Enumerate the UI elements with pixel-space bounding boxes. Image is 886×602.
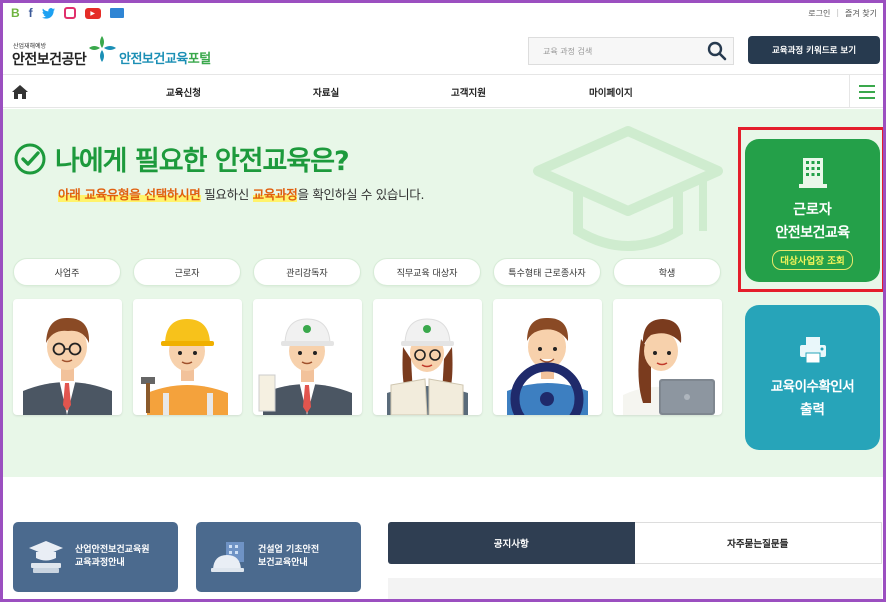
institute-guide-text: 산업안전보건교육원 교육과정안내 — [75, 544, 150, 570]
search-icon[interactable] — [705, 39, 729, 63]
favorites-link[interactable]: 즐겨 찾기 — [845, 8, 877, 19]
job-training-card[interactable] — [373, 299, 482, 415]
utility-links: 로그인 | 즐겨 찾기 — [808, 8, 877, 19]
construction-guide-text: 건설업 기초안전 보건교육안내 — [258, 544, 319, 570]
youtube-icon[interactable]: ▶ — [84, 7, 101, 19]
hero-subtitle: 아래 교육유형을 선택하시면 필요하신 교육과정을 확인하실 수 있습니다. — [58, 184, 424, 203]
notice-panel — [388, 578, 882, 599]
special-worker-card[interactable] — [493, 299, 602, 415]
student-illustration — [623, 319, 715, 415]
driver-illustration — [507, 317, 588, 415]
menu-icon[interactable] — [849, 75, 883, 108]
sns-links: B f ▶ — [11, 6, 124, 20]
subtitle-tail: 을 확인하실 수 있습니다. — [297, 187, 425, 202]
kosha-logo-icon[interactable] — [88, 34, 118, 64]
tab-faq[interactable]: 자주묻는질문들 — [634, 522, 882, 564]
category-supervisor[interactable]: 관리감독자 — [253, 258, 361, 286]
search-input[interactable]: 교육 과정 검색 — [543, 46, 705, 57]
certificate-line1: 교육이수확인서 — [770, 379, 855, 395]
board-tabs: 공지사항 자주묻는질문들 — [388, 522, 882, 564]
portal-name-main: 안전보건교육 — [119, 52, 188, 67]
org-logo-text[interactable]: 안전보건공단 — [12, 49, 87, 69]
portal-name[interactable]: 안전보건교육포털 — [119, 48, 211, 67]
twitter-icon[interactable] — [41, 7, 55, 19]
subtitle-highlight-1: 아래 교육유형을 선택하시면 — [58, 187, 201, 202]
category-pills: 사업주 근로자 관리감독자 직무교육 대상자 특수형태 근로종사자 학생 — [13, 258, 721, 286]
hero-heading: 나에게 필요한 안전교육은? — [55, 146, 350, 177]
construction-helmet-icon — [211, 542, 244, 572]
search-box[interactable]: 교육 과정 검색 — [528, 37, 734, 65]
student-card[interactable] — [613, 299, 722, 415]
main-nav: 교육신청 자료실 고객지원 마이페이지 — [3, 74, 883, 108]
bottom-section: 산업안전보건교육원 교육과정안내 건설업 기초안전 보건교육안내 공지사항 자주… — [3, 477, 883, 599]
subtitle-highlight-2: 교육과정 — [252, 187, 298, 202]
nav-item-apply[interactable]: 교육신청 — [166, 85, 201, 99]
category-worker[interactable]: 근로자 — [133, 258, 241, 286]
hero-title: 나에게 필요한 안전교육은? — [13, 139, 350, 178]
hero-section: 나에게 필요한 안전교육은? 아래 교육유형을 선택하시면 필요하신 교육과정을… — [3, 109, 883, 477]
subtitle-mid: 필요하신 — [200, 187, 253, 202]
graduation-cap-icon — [533, 126, 723, 251]
employer-illustration — [23, 317, 112, 415]
facebook-icon[interactable]: f — [29, 6, 33, 20]
job-training-illustration — [387, 318, 468, 415]
construction-guide-line2: 보건교육안내 — [258, 558, 308, 568]
home-icon[interactable] — [11, 84, 29, 100]
nav-item-library[interactable]: 자료실 — [313, 85, 339, 99]
institute-guide-line2: 교육과정안내 — [75, 558, 125, 568]
supervisor-illustration — [258, 318, 352, 415]
graduation-books-icon — [29, 541, 63, 573]
keyword-view-button[interactable]: 교육과정 키워드로 보기 — [748, 36, 880, 64]
category-job-training[interactable]: 직무교육 대상자 — [373, 258, 481, 286]
printer-icon — [799, 337, 826, 364]
utility-bar: B f ▶ 로그인 | 즐겨 찾기 — [3, 3, 883, 23]
check-circle-icon — [14, 143, 46, 174]
category-student[interactable]: 학생 — [613, 258, 721, 286]
category-cards — [13, 299, 722, 415]
employer-card[interactable] — [13, 299, 122, 415]
institute-course-guide-button[interactable]: 산업안전보건교육원 교육과정안내 — [13, 522, 178, 592]
login-link[interactable]: 로그인 — [808, 8, 830, 19]
book-icon[interactable] — [109, 8, 124, 18]
certificate-print-button[interactable]: 교육이수확인서 출력 — [745, 305, 880, 450]
worker-illustration — [141, 319, 228, 415]
category-employer[interactable]: 사업주 — [13, 258, 121, 286]
construction-guide-line1: 건설업 기초안전 — [258, 544, 320, 555]
worker-card[interactable] — [133, 299, 242, 415]
certificate-line2: 출력 — [800, 402, 825, 418]
nav-item-support[interactable]: 고객지원 — [451, 85, 486, 99]
institute-guide-line1: 산업안전보건교육원 — [75, 544, 150, 555]
blog-icon[interactable]: B — [11, 6, 20, 20]
tab-notice[interactable]: 공지사항 — [388, 522, 635, 564]
site-header: 산업재해예방 안전보건공단 안전보건교육포털 교육 과정 검색 교육과정 키워드… — [3, 24, 883, 74]
construction-safety-guide-button[interactable]: 건설업 기초안전 보건교육안내 — [196, 522, 361, 592]
nav-item-mypage[interactable]: 마이페이지 — [589, 85, 633, 99]
portal-name-suffix: 포털 — [187, 52, 211, 67]
category-special-worker[interactable]: 특수형태 근로종사자 — [493, 258, 601, 286]
instagram-icon[interactable] — [63, 7, 76, 19]
highlight-box — [738, 127, 883, 292]
separator: | — [836, 7, 840, 17]
supervisor-card[interactable] — [253, 299, 362, 415]
